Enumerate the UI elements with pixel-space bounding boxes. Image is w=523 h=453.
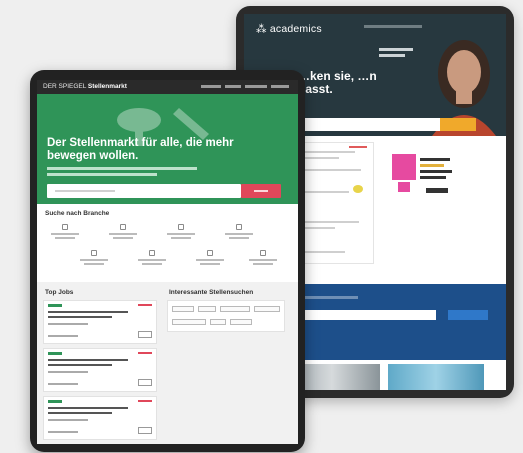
stellenmarkt-screen: DER SPIEGEL Stellenmarkt Der Stellenmark… <box>37 80 298 444</box>
logo-mark-icon: ⁂ <box>256 23 267 35</box>
hero-subtitle-line <box>47 173 157 176</box>
advert-image <box>392 154 416 180</box>
heart-icon <box>236 224 242 230</box>
newsletter-button[interactable] <box>448 310 488 320</box>
teaser-image[interactable] <box>388 364 484 390</box>
branch-item[interactable] <box>161 224 201 244</box>
job-card[interactable] <box>43 348 157 392</box>
search-tag[interactable] <box>230 319 252 325</box>
nav-item[interactable] <box>201 85 221 88</box>
branch-item[interactable] <box>243 250 283 270</box>
nav-item[interactable] <box>271 85 289 88</box>
search-tag[interactable] <box>172 306 194 312</box>
branch-item[interactable] <box>45 224 85 244</box>
interesting-searches-title: Interessante Stellensuchen <box>169 289 254 296</box>
tablet-front: DER SPIEGEL Stellenmarkt Der Stellenmark… <box>30 70 305 452</box>
company-label <box>48 400 62 403</box>
search-tag[interactable] <box>198 306 216 312</box>
branch-item[interactable] <box>74 250 114 270</box>
hero-title: Der Stellenmarkt für alle, die mehr bewe… <box>47 137 234 162</box>
bookmark-icon[interactable] <box>138 427 152 434</box>
nav-item[interactable] <box>225 85 241 88</box>
bookmark-icon[interactable] <box>138 331 152 338</box>
bookmark-icon[interactable] <box>138 379 152 386</box>
laptop-icon <box>207 250 213 256</box>
branch-item[interactable] <box>132 250 172 270</box>
hero-text-line <box>379 54 405 57</box>
branch-item[interactable] <box>219 224 259 244</box>
jobs-section: Top Jobs Interessante Stellensuchen <box>37 282 298 444</box>
advert-text <box>420 158 450 161</box>
building-icon <box>120 224 126 230</box>
job-card[interactable] <box>43 300 157 344</box>
hero-text-line <box>379 48 413 51</box>
branch-section: Suche nach Branche <box>37 204 298 282</box>
briefcase-icon <box>62 224 68 230</box>
company-logo-icon <box>353 185 363 193</box>
date-tag <box>138 304 152 306</box>
search-placeholder <box>55 190 115 192</box>
advert-text <box>420 176 446 179</box>
button-label-line <box>254 190 268 192</box>
advert-text <box>420 170 452 173</box>
academics-logo[interactable]: ⁂ academics <box>256 23 322 35</box>
hero-headline: …ken sie, …n passt. <box>298 69 377 96</box>
wrench-icon <box>178 224 184 230</box>
advert-image <box>398 182 410 192</box>
chart-icon <box>91 250 97 256</box>
branch-title: Suche nach Branche <box>45 210 110 217</box>
spiegel-logo[interactable]: DER SPIEGEL Stellenmarkt <box>43 83 127 90</box>
hero-banner: Der Stellenmarkt für alle, die mehr bewe… <box>37 94 298 204</box>
search-tags-panel <box>167 300 285 332</box>
newsletter-input[interactable] <box>288 310 436 320</box>
company-label <box>48 304 62 307</box>
search-button[interactable] <box>440 118 476 131</box>
advert-block[interactable] <box>392 146 456 206</box>
advert-text <box>426 188 448 193</box>
nav-item[interactable] <box>245 85 267 88</box>
logo-text: DER SPIEGEL <box>43 83 87 90</box>
search-tag[interactable] <box>220 306 250 312</box>
date-tag <box>138 400 152 402</box>
job-card[interactable] <box>43 396 157 440</box>
top-bar: DER SPIEGEL Stellenmarkt <box>37 80 298 94</box>
gear-icon <box>260 250 266 256</box>
logo-text: academics <box>269 23 322 35</box>
branch-item[interactable] <box>190 250 230 270</box>
company-label <box>48 352 62 355</box>
search-tag[interactable] <box>172 319 206 325</box>
search-tag[interactable] <box>210 319 226 325</box>
search-tag[interactable] <box>254 306 280 312</box>
date-tag <box>138 352 152 354</box>
job-search-button[interactable] <box>241 184 281 198</box>
book-icon <box>149 250 155 256</box>
branch-item[interactable] <box>103 224 143 244</box>
hero-subtitle-line <box>47 167 197 170</box>
advert-text <box>420 164 444 167</box>
top-jobs-title: Top Jobs <box>45 289 74 296</box>
date-tag <box>349 146 367 148</box>
logo-subtext: Stellenmarkt <box>87 83 127 90</box>
